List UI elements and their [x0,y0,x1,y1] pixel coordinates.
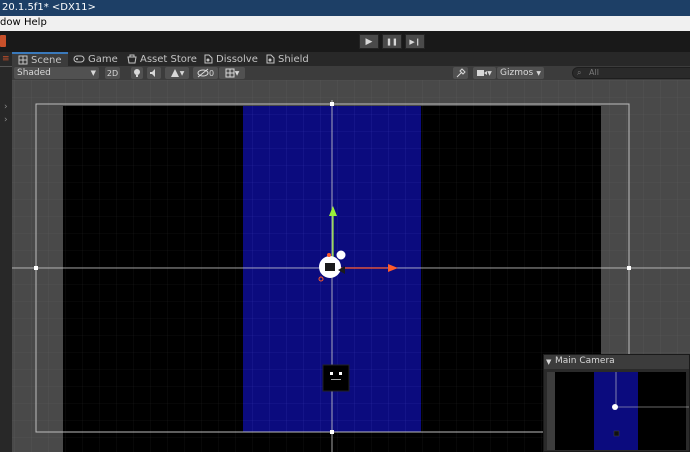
divider [0,66,12,67]
menu-window[interactable]: dow [0,17,21,28]
character-sprite[interactable] [322,364,350,392]
gizmos-label: Gizmos [500,68,534,78]
wrench-icon [456,68,466,78]
2d-label: 2D [106,68,119,78]
hidden-count: 0 [208,68,215,78]
tab-label: Dissolve [216,53,258,65]
lightbulb-icon [134,69,140,77]
character-mouth [331,379,341,380]
tools-button[interactable] [453,67,468,79]
gizmos-dropdown[interactable]: Gizmos ▼ [497,67,544,79]
chevron-down-icon: ▼ [234,69,240,77]
camera-preview-render [544,369,689,451]
draw-mode-dropdown[interactable]: Shaded ▼ [14,67,99,79]
play-button[interactable]: ▶ [359,34,379,49]
main-toolbar: ▶ ❚❚ ▶❙ [0,31,690,52]
tab-asset-store[interactable]: Asset Store [127,52,197,66]
rect-handle-left[interactable] [34,266,38,270]
audio-toggle[interactable] [147,67,161,79]
pause-button[interactable]: ❚❚ [382,34,402,49]
search-input[interactable]: ⌕ All [572,67,690,79]
menu-help[interactable]: Help [24,17,47,28]
gamepad-icon [73,55,85,63]
camera-preview-window: ▼ Main Camera [543,354,690,452]
tab-dissolve[interactable]: Dissolve [203,52,258,66]
collab-icon[interactable] [0,35,6,47]
draw-mode-label: Shaded [17,68,51,78]
chevron-down-icon: ▼ [90,69,96,77]
tab-shield[interactable]: Shield [265,52,309,66]
expand-arrow-icon[interactable]: › [4,102,8,112]
store-icon [127,54,137,64]
menu-bar: dow Help [0,16,690,31]
rect-handle-top[interactable] [330,102,334,106]
search-icon: ⌕ [577,68,582,77]
shader-icon [204,54,213,64]
tab-game[interactable]: Game [73,52,118,66]
camera-dropdown[interactable]: ▼ [473,67,496,79]
rect-handle-bottom[interactable] [330,430,334,434]
hidden-objects-toggle[interactable]: 0 [193,67,218,79]
expand-arrow-icon[interactable]: › [4,115,8,125]
panel-menu-icon[interactable]: ≡ [2,54,10,64]
2d-toggle[interactable]: 2D [105,67,120,79]
effects-dropdown[interactable]: ▼ [165,67,189,79]
step-icon: ▶❙ [409,37,421,46]
speaker-icon [150,69,155,77]
chevron-down-icon: ▼ [536,69,541,77]
shader-icon [266,54,275,64]
grid-icon [18,55,28,65]
grid-dropdown[interactable]: ▼ [219,67,245,79]
tab-label: Game [88,53,118,65]
grid-icon [225,68,235,78]
preview-character [613,430,620,437]
chevron-down-icon: ▼ [179,69,185,77]
tab-label: Shield [278,53,309,65]
step-button[interactable]: ▶❙ [405,34,425,49]
lighting-toggle[interactable] [131,67,143,79]
camera-preview-header: ▼ Main Camera [544,355,689,369]
tab-label: Scene [31,54,62,66]
eye-slash-icon [197,68,209,78]
left-panel-strip: ≡ › › [0,52,12,452]
play-icon: ▶ [365,36,373,47]
preview-camera-dot [612,404,618,410]
editor-tab-bar: Scene Game Asset Store Dissolve Shield [12,52,690,66]
rect-handle-right[interactable] [627,266,631,270]
pause-icon: ❚❚ [386,37,398,46]
character-body [322,364,350,392]
tab-label: Asset Store [140,53,197,65]
camera-gizmo-box [325,263,335,271]
character-eye-left [330,372,333,375]
preview-left-bar [547,372,555,450]
window-title-bar: 20.1.5f1* <DX11> [0,0,690,16]
camera-icon [477,70,488,76]
camera-gizmo-reel [335,249,347,261]
search-placeholder: All [589,68,599,77]
camera-gizmo-rotate-handle [327,253,331,257]
window-title: 20.1.5f1* <DX11> [2,2,96,13]
character-eye-right [339,372,342,375]
collapse-triangle-icon[interactable]: ▼ [546,358,551,366]
effects-icon [170,69,179,77]
scene-toolbar: Shaded ▼ 2D ▼ 0 ▼ ▼ Gizmos ▼ ⌕ All [12,66,690,80]
camera-preview-title: Main Camera [555,356,615,366]
chevron-down-icon: ▼ [487,69,492,77]
tab-scene[interactable]: Scene [12,52,68,66]
